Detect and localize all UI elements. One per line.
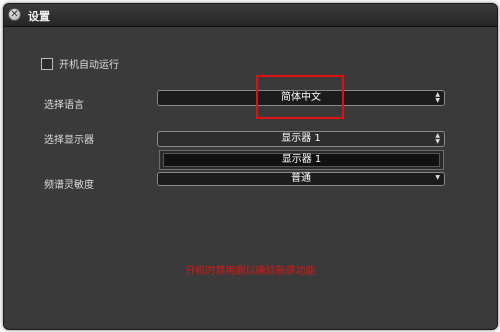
window-title: 设置: [28, 10, 50, 23]
settings-window: ✕ 设置 开机自动运行 选择语言 简体中文 ▲ ▼ 选择显示器 显示器 1 ▲ ▼ …: [3, 3, 498, 330]
autostart-row[interactable]: 开机自动运行: [41, 56, 119, 71]
language-select-value: 简体中文: [281, 92, 321, 103]
display-select[interactable]: 显示器 1 ▲ ▼: [157, 131, 445, 147]
select-arrows-icon: ▼: [435, 174, 440, 181]
autostart-checkbox[interactable]: [41, 57, 53, 70]
sensitivity-label: 频谱灵敏度: [44, 180, 94, 191]
language-label: 选择语言: [44, 100, 84, 111]
footer-notice: 开机时禁用删以确验新原功能: [185, 266, 316, 277]
title-bar[interactable]: ✕ 设置: [4, 4, 497, 27]
autostart-label: 开机自动运行: [59, 60, 119, 71]
display-dropdown-list: 显示器 1: [159, 150, 444, 170]
language-select[interactable]: 简体中文 ▲ ▼: [157, 90, 445, 106]
close-icon[interactable]: ✕: [8, 8, 21, 21]
sensitivity-select[interactable]: 普通 ▼: [157, 172, 445, 186]
sensitivity-select-value: 普通: [291, 173, 311, 184]
select-arrows-icon: ▲ ▼: [435, 91, 440, 104]
display-option-1[interactable]: 显示器 1: [163, 153, 440, 167]
display-label: 选择显示器: [44, 135, 94, 146]
select-arrows-icon: ▲ ▼: [435, 132, 440, 145]
display-select-value: 显示器 1: [281, 133, 321, 144]
